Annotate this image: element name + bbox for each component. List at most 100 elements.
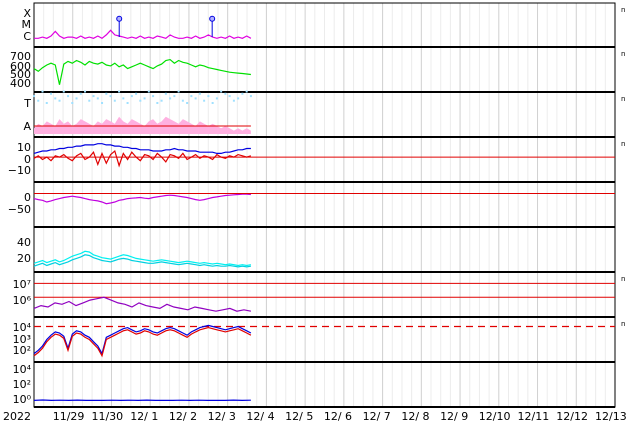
ta-index-series-1-point — [190, 95, 193, 98]
ta-index-series-1-point — [88, 99, 91, 102]
ta-index-series-1-point — [139, 99, 142, 102]
right-marker: n — [621, 6, 625, 14]
x-tick-label: 12/12 — [556, 410, 588, 423]
ta-index-series-1-point — [220, 90, 223, 93]
right-marker: n — [621, 95, 625, 103]
flare-marker — [116, 15, 123, 22]
ta-index-series-1-point — [181, 99, 184, 102]
ta-index-series-1-point — [147, 90, 150, 93]
ta-index-series-1-point — [237, 97, 240, 100]
x-tick-label: 12/ 9 — [440, 410, 468, 423]
ta-index-series-1-point — [215, 97, 218, 100]
x-tick-label: 12/ 3 — [208, 410, 236, 423]
x-tick-label: 12/ 5 — [285, 410, 313, 423]
y-tick-label: A — [23, 120, 31, 133]
ta-index-series-1-point — [92, 95, 95, 98]
y-tick-label: 400 — [10, 77, 31, 90]
y-tick-label: C — [23, 30, 31, 43]
right-marker: n — [621, 275, 625, 283]
ta-index-series-1-point — [143, 97, 146, 100]
ta-index-series-1-point — [105, 92, 108, 95]
ta-index-series-1-point — [130, 95, 133, 98]
ta-index-series-1-point — [245, 90, 248, 93]
ta-index-series-1-point — [54, 97, 57, 100]
x-tick-label: 12/ 1 — [130, 410, 158, 423]
ta-index-series-1-point — [249, 95, 252, 98]
x-tick-label: 2022 — [3, 410, 31, 423]
ta-index-series-1-point — [33, 95, 35, 98]
x-tick-label: 12/ 6 — [324, 410, 352, 423]
y-tick-label: 10⁰ — [13, 393, 32, 406]
ta-index-series-1-point — [211, 102, 214, 104]
panel-solar-wind-speed: 700600500400n — [10, 50, 625, 90]
y-tick-label: 10⁶ — [13, 294, 32, 307]
ta-index-series-1-point — [194, 97, 197, 100]
ta-index-series-1-point — [126, 102, 129, 104]
ta-index-series-1-point — [186, 102, 189, 104]
ta-index-series-1-point — [160, 99, 163, 102]
ta-index-series-1-point — [135, 92, 138, 95]
y-tick-label: 20 — [17, 252, 31, 265]
ta-index-series-1-point — [41, 90, 44, 93]
panel-electron-flux: 4020 — [17, 236, 252, 268]
y-tick-label: 10⁷ — [13, 278, 31, 291]
ta-index-series-1-point — [122, 97, 125, 100]
x-tick-label: 12/13 — [595, 410, 627, 423]
ta-index-series-1-point — [156, 102, 159, 104]
x-tick-label: 12/ 4 — [246, 410, 274, 423]
x-tick-label: 12/10 — [479, 410, 511, 423]
ta-index-series-1-point — [113, 99, 116, 102]
panel-imf: 100−10n — [8, 140, 626, 177]
ta-index-series-1-point — [58, 99, 61, 102]
x-tick-label: 11/29 — [53, 410, 85, 423]
ta-index-series-1-point — [228, 95, 231, 98]
x-tick-label: 12/11 — [518, 410, 550, 423]
ta-index-series-1-point — [79, 92, 82, 95]
y-tick-label: −50 — [8, 203, 31, 216]
ta-index-series-1-point — [101, 102, 104, 104]
ta-index-series-1-point — [50, 92, 53, 95]
ta-index-series-1-point — [169, 97, 172, 100]
right-marker: n — [621, 320, 625, 328]
right-marker: n — [621, 140, 625, 148]
y-tick-label: 10² — [13, 378, 31, 391]
ta-index-series-1-point — [45, 102, 48, 104]
ta-index-series-1-point — [203, 99, 206, 102]
ta-index-series-1-point — [71, 102, 74, 104]
ta-index-series-1-point — [109, 95, 112, 98]
panel-xray-flux: 10⁴10³10²n — [13, 320, 625, 358]
ta-index-series-1-point — [173, 95, 176, 98]
ta-index-series-1-point — [96, 97, 99, 100]
ta-index-series-1-point — [84, 90, 87, 93]
y-tick-label: 10⁴ — [13, 363, 32, 376]
ta-index-series-1-point — [232, 99, 235, 102]
panel-neutron: 10⁴ 10² 10⁰ — [13, 363, 251, 406]
ta-index-series-1-point — [241, 92, 244, 95]
x-tick-label: 12/ 7 — [363, 410, 391, 423]
right-marker: n — [621, 50, 625, 58]
ta-index-series-1-point — [67, 95, 70, 98]
y-tick-label: −10 — [8, 164, 31, 177]
grid — [33, 3, 616, 407]
ta-index-series-1-point — [37, 99, 40, 102]
ta-index-series-1-point — [224, 92, 227, 95]
space-weather-chart: XMCn700600500400nTAn100−10n0−50402010⁷10… — [3, 2, 627, 423]
ta-index-series-1-point — [198, 92, 201, 95]
y-tick-label: T — [23, 97, 31, 110]
y-tick-label: 40 — [17, 236, 31, 249]
panel-proton-flux: 10⁷ 10⁶ n — [13, 275, 625, 312]
flare-marker — [209, 15, 216, 22]
ta-index-series-1-point — [152, 95, 155, 98]
panel-dst: 0−50 — [8, 191, 615, 216]
y-tick-label: 10² — [13, 344, 31, 357]
ta-index-series-1-point — [164, 92, 167, 95]
ta-index-series-1-point — [62, 90, 65, 93]
ta-index-series-1-point — [177, 90, 180, 93]
panel-xray-class: XMCn — [22, 6, 626, 43]
ta-index-series-1-point — [118, 90, 121, 93]
x-tick-label: 12/ 8 — [401, 410, 429, 423]
x-tick-label: 12/ 2 — [169, 410, 197, 423]
ta-index-series-1-point — [75, 97, 78, 100]
ta-index-series-1-point — [207, 95, 210, 98]
x-axis: 2022 11/29 11/30 12/ 1 12/ 2 12/ 3 12/ 4 12/ 5 1… — [3, 410, 627, 423]
